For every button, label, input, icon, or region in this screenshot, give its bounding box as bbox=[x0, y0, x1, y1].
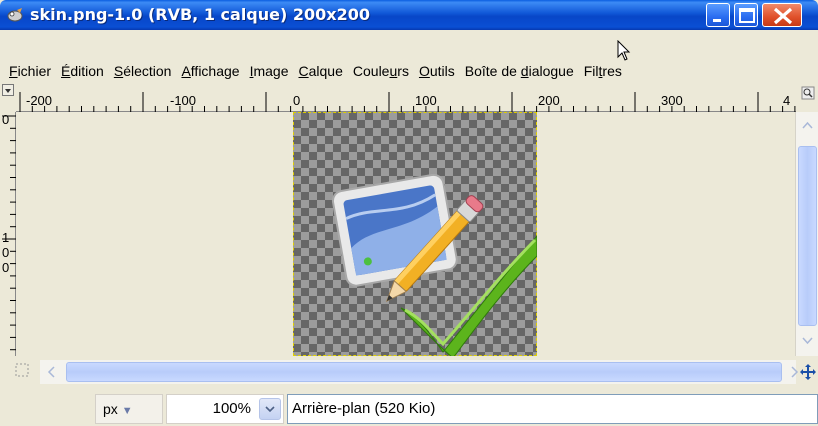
ruler-label: 100 bbox=[415, 93, 437, 108]
scroll-up-icon[interactable] bbox=[798, 116, 817, 136]
ruler-label: 0 bbox=[2, 260, 10, 275]
menu-fichier[interactable]: Fichier bbox=[4, 63, 56, 79]
menu-couleurs[interactable]: Couleurs bbox=[348, 63, 414, 79]
ruler-label: 0 bbox=[293, 93, 301, 108]
maximize-icon bbox=[739, 8, 755, 23]
mouse-cursor-icon bbox=[617, 40, 631, 61]
navigate-move-icon[interactable] bbox=[800, 364, 816, 380]
chevron-down-icon bbox=[265, 406, 275, 413]
ruler-label: 300 bbox=[661, 93, 683, 108]
maximize-button[interactable] bbox=[734, 3, 758, 27]
ruler-label: 0 bbox=[2, 112, 10, 127]
scroll-left-icon[interactable] bbox=[42, 362, 62, 382]
horizontal-scroll-thumb[interactable] bbox=[66, 362, 782, 382]
ruler-label: 1 bbox=[2, 230, 10, 245]
window-title: skin.png-1.0 (RVB, 1 calque) 200x200 bbox=[30, 5, 370, 24]
layer-info-field[interactable]: Arrière-plan (520 Kio) bbox=[287, 394, 818, 424]
scroll-down-icon[interactable] bbox=[798, 330, 817, 350]
vertical-ruler[interactable]: 0 1 0 0 bbox=[0, 112, 16, 356]
menu-triangle-button[interactable] bbox=[2, 84, 14, 96]
horizontal-ruler[interactable]: -200 -100 0 100 200 300 4 bbox=[16, 84, 796, 112]
quick-mask-icon[interactable] bbox=[14, 362, 30, 378]
vertical-scroll-thumb[interactable] bbox=[798, 146, 817, 326]
ruler-label: 0 bbox=[2, 245, 10, 260]
close-button[interactable] bbox=[762, 3, 802, 27]
unit-select[interactable]: px ▼ bbox=[95, 394, 163, 424]
minimize-icon bbox=[713, 19, 721, 22]
layer-info: Arrière-plan (520 Kio) bbox=[292, 400, 436, 417]
ruler-label: 4 bbox=[783, 93, 791, 108]
horizontal-scrollbar[interactable] bbox=[40, 360, 799, 384]
navigate-icon[interactable] bbox=[801, 86, 815, 100]
gimp-icon bbox=[7, 8, 23, 22]
close-icon bbox=[773, 7, 793, 25]
chevron-down-icon: ▼ bbox=[121, 405, 133, 417]
menu-calque[interactable]: Calque bbox=[294, 63, 348, 79]
ruler-label: -200 bbox=[26, 93, 53, 108]
menu-bar: Fichier Édition Sélection Affichage Imag… bbox=[0, 60, 818, 82]
menu-filtres[interactable]: Filtres bbox=[579, 63, 627, 79]
ruler-label: -100 bbox=[170, 93, 197, 108]
ruler-label: 200 bbox=[538, 93, 560, 108]
arrow-icon bbox=[5, 89, 11, 93]
unit-value: px bbox=[103, 401, 118, 417]
menu-outils[interactable]: Outils bbox=[414, 63, 460, 79]
menu-selection[interactable]: Sélection bbox=[109, 63, 177, 79]
menu-affichage[interactable]: Affichage bbox=[176, 63, 244, 79]
vertical-scrollbar[interactable] bbox=[795, 112, 818, 356]
minimize-button[interactable] bbox=[706, 3, 730, 27]
menu-boite-de-dialogue[interactable]: Boîte de dialogue bbox=[460, 63, 579, 79]
zoom-value: 100% bbox=[212, 400, 251, 417]
zoom-combo[interactable]: 100% bbox=[166, 394, 284, 424]
zoom-dropdown-button[interactable] bbox=[259, 398, 281, 420]
skin-image-artwork bbox=[331, 173, 537, 356]
menu-edition[interactable]: Édition bbox=[56, 63, 109, 79]
title-bar[interactable]: skin.png-1.0 (RVB, 1 calque) 200x200 bbox=[0, 0, 818, 30]
menu-image[interactable]: Image bbox=[245, 63, 294, 79]
